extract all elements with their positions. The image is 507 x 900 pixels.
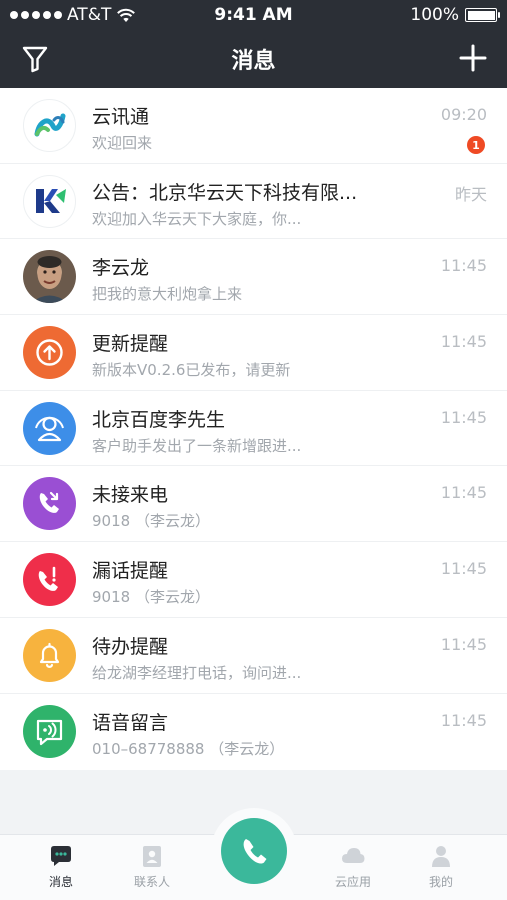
phone-icon (243, 839, 267, 864)
add-button[interactable] (457, 42, 489, 74)
unread-badge: 1 (467, 136, 485, 154)
conversation-name: 语音留言 (92, 711, 169, 734)
user-avatar (23, 250, 76, 304)
conversation-item[interactable]: 云讯通 欢迎回来 09:20 1 (0, 88, 507, 164)
conversation-preview: 欢迎加入华云天下大家庭，你... (92, 209, 302, 228)
conversation-item[interactable]: 语音留言 010–68778888 （李云龙） 11:45 (0, 694, 507, 770)
conversation-item[interactable]: 公告：北京华云天下科技有限... 欢迎加入华云天下大家庭，你... 昨天 (0, 164, 507, 240)
conversation-preview: 新版本V0.2.6已发布，请更新 (92, 361, 291, 380)
upload-arrow-icon (23, 326, 76, 380)
conversation-preview: 把我的意大利炮拿上来 (92, 285, 243, 304)
status-bar: AT&T 9:41 AM 100% (0, 0, 507, 30)
conversation-preview: 010–68778888 （李云龙） (92, 739, 285, 758)
call-alert-icon (23, 553, 76, 607)
conversation-item[interactable]: 更新提醒 新版本V0.2.6已发布，请更新 11:45 (0, 315, 507, 391)
tab-label: 我的 (428, 875, 453, 889)
profile-icon (432, 846, 450, 867)
conversation-name: 漏话提醒 (92, 560, 169, 583)
conversation-name: 待办提醒 (92, 635, 169, 658)
tab-label: 云应用 (334, 875, 371, 889)
conversation-preview: 给龙湖李经理打电话，询问进... (92, 663, 302, 682)
conversation-time: 11:45 (440, 710, 487, 730)
conversation-time: 09:20 (440, 105, 487, 124)
conversation-name: 未接来电 (92, 484, 169, 507)
conversation-item[interactable]: 待办提醒 给龙湖李经理打电话，询问进... 11:45 (0, 618, 507, 694)
conversation-name: 云讯通 (92, 106, 150, 128)
plus-icon (459, 44, 487, 72)
conversation-time: 11:45 (440, 483, 487, 503)
customer-icon (23, 401, 76, 455)
tab-label: 消息 (48, 875, 73, 889)
conversation-item[interactable]: 未接来电 9018 （李云龙） 11:45 (0, 466, 507, 543)
conversation-name: 李云龙 (92, 257, 150, 280)
conversation-preview: 欢迎回来 (92, 134, 153, 152)
conversation-time: 昨天 (454, 184, 487, 204)
yunxuntong-logo-icon (23, 99, 76, 152)
conversation-list: 云讯通 欢迎回来 09:20 1 公告：北京华云天下科技有限... 欢迎加入华云… (0, 88, 507, 770)
tab-contacts[interactable]: 联系人 (117, 843, 187, 890)
missed-call-icon (23, 477, 76, 531)
call-button[interactable] (221, 818, 287, 884)
huayun-logo-icon (23, 174, 76, 228)
battery-icon (465, 8, 500, 22)
tab-messages[interactable]: 消息 (26, 843, 96, 890)
conversation-time: 11:45 (440, 634, 487, 654)
conversation-name: 北京百度李先生 (92, 408, 226, 431)
conversation-name: 公告：北京华云天下科技有限... (92, 181, 358, 204)
battery-percent: 100% (410, 5, 459, 25)
conversation-item[interactable]: 李云龙 把我的意大利炮拿上来 11:45 (0, 239, 507, 316)
conversation-item[interactable]: 北京百度李先生 客户助手发出了一条新增跟进... 11:45 (0, 391, 507, 467)
voicemail-icon (23, 704, 76, 758)
conversation-preview: 9018 （李云龙） (92, 588, 210, 607)
tab-label: 联系人 (133, 875, 170, 889)
cloud-icon (342, 848, 365, 863)
conversation-preview: 9018 （李云龙） (92, 512, 210, 531)
status-right: 100% (410, 5, 500, 25)
tab-cloud-apps[interactable]: 云应用 (318, 843, 388, 890)
conversation-name: 更新提醒 (92, 333, 169, 356)
header: AT&T 9:41 AM 100% 消息 (0, 0, 507, 88)
chat-icon (51, 846, 71, 866)
navbar: 消息 (0, 30, 507, 88)
conversation-time: 11:45 (440, 256, 487, 276)
conversation-preview: 客户助手发出了一条新增跟进... (92, 436, 302, 455)
page-title: 消息 (231, 49, 276, 74)
conversation-time: 11:45 (440, 407, 487, 427)
conversation-time: 11:45 (440, 559, 487, 579)
bell-icon (23, 628, 76, 682)
conversation-item[interactable]: 漏话提醒 9018 （李云龙） 11:45 (0, 542, 507, 618)
contacts-icon (143, 846, 161, 867)
conversation-time: 11:45 (440, 332, 487, 352)
tab-profile[interactable]: 我的 (406, 843, 476, 890)
